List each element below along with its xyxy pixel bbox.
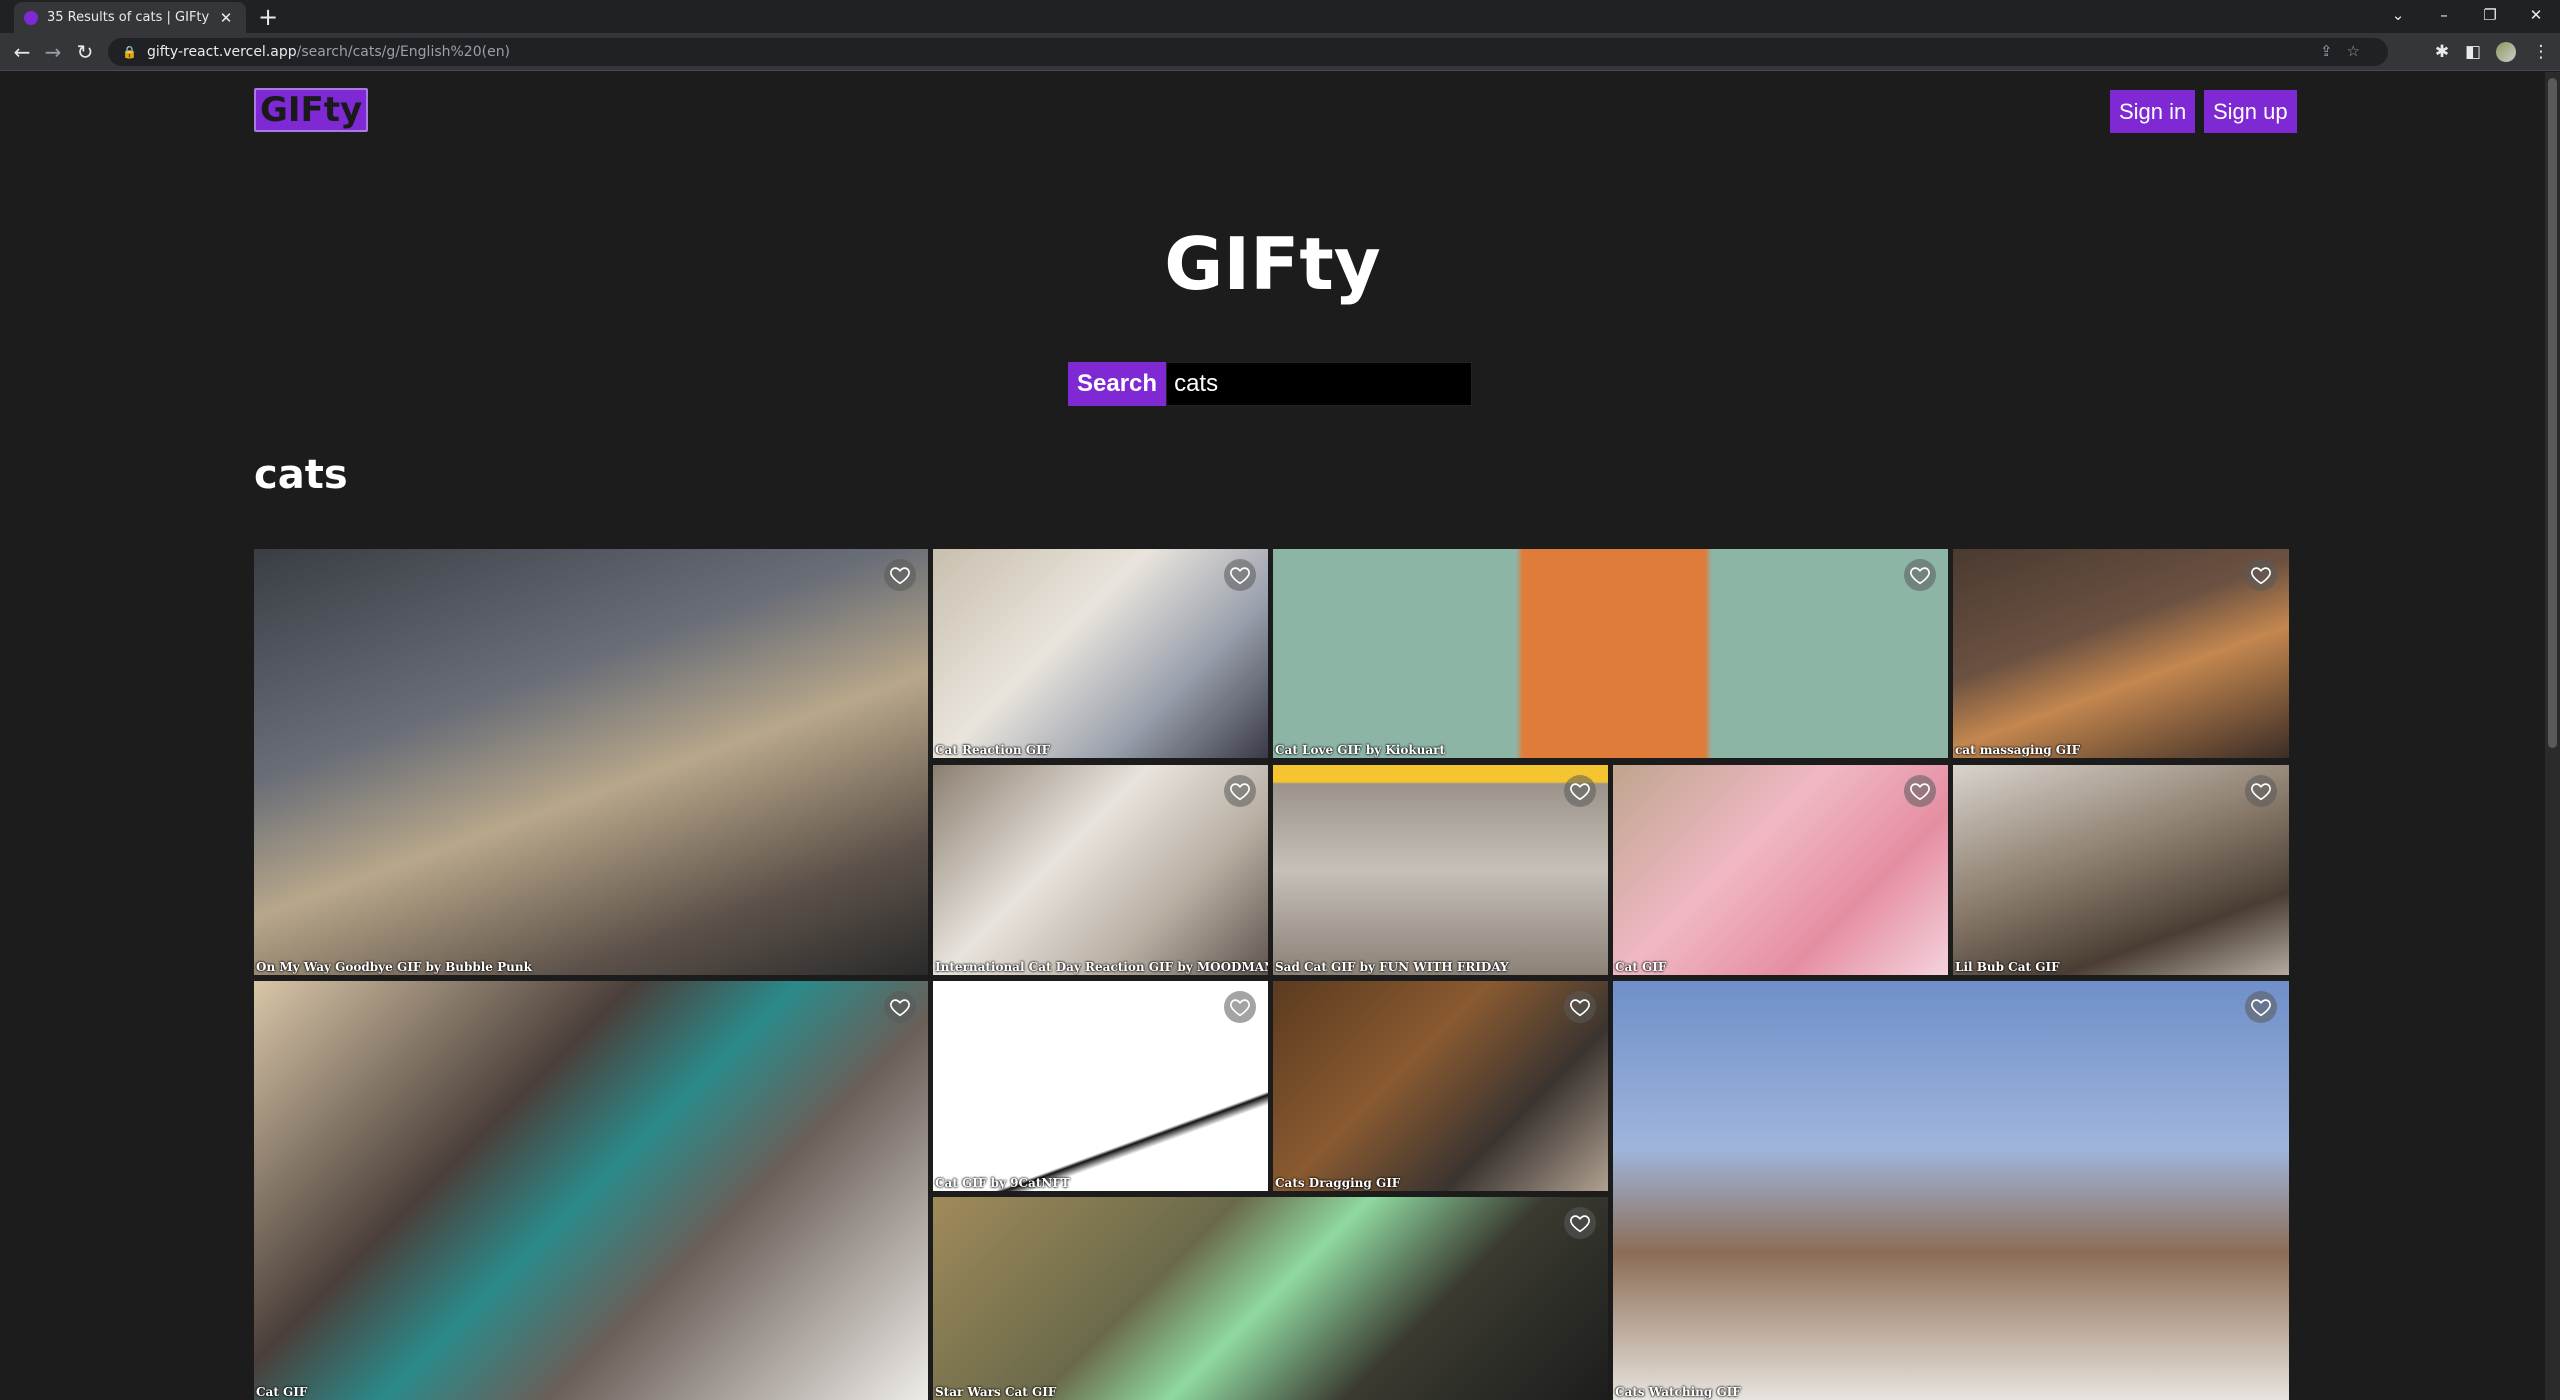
heart-favorite-icon[interactable]	[1564, 1207, 1596, 1239]
gif-title: Cat GIF	[256, 1385, 308, 1399]
browser-tab[interactable]: 35 Results of cats | GIFty ✕	[14, 2, 246, 33]
tab-search-chevron-icon[interactable]: ⌄	[2382, 4, 2414, 26]
browser-tab-strip: 35 Results of cats | GIFty ✕ + ⌄ – ❐ ✕	[0, 0, 2560, 33]
gif-tile[interactable]: cat massaging GIF	[1953, 549, 2289, 758]
minimize-icon[interactable]: –	[2428, 4, 2460, 26]
gif-title: Cat GIF by 9CatNFT	[935, 1176, 1070, 1190]
scrollbar-thumb[interactable]	[2548, 78, 2557, 748]
reload-icon[interactable]: ↻	[72, 39, 98, 65]
gif-tile[interactable]: Cats Watching GIF	[1613, 981, 2289, 1400]
heart-favorite-icon[interactable]	[1224, 559, 1256, 591]
heart-favorite-icon[interactable]	[884, 559, 916, 591]
tab-title: 35 Results of cats | GIFty	[47, 10, 210, 25]
gif-title: International Cat Day Reaction GIF by MO…	[935, 960, 1268, 974]
gif-tile[interactable]: Star Wars Cat GIF	[933, 1197, 1608, 1400]
browser-toolbar: ← → ↻ 🔒 gifty-react.vercel.app /search/c…	[0, 33, 2560, 71]
heart-favorite-icon[interactable]	[1564, 991, 1596, 1023]
heart-favorite-icon[interactable]	[1224, 775, 1256, 807]
side-panel-icon[interactable]: ◧	[2460, 39, 2486, 65]
back-arrow-icon[interactable]: ←	[9, 39, 35, 65]
new-tab-plus-icon[interactable]: +	[258, 4, 278, 30]
heart-favorite-icon[interactable]	[884, 991, 916, 1023]
page-title: GIFty	[1164, 222, 1381, 306]
gif-title: Cat Love GIF by Kiokuart	[1275, 743, 1446, 757]
gif-tile[interactable]: Cats Dragging GIF	[1273, 981, 1608, 1191]
kebab-menu-icon[interactable]: ⋮	[2528, 39, 2554, 65]
forward-arrow-icon[interactable]: →	[40, 39, 66, 65]
search-form: Search	[1068, 362, 1473, 406]
heart-favorite-icon[interactable]	[1224, 991, 1256, 1023]
gif-title: Cats Watching GIF	[1615, 1385, 1741, 1399]
address-bar[interactable]: 🔒 gifty-react.vercel.app /search/cats/g/…	[108, 38, 2388, 66]
gif-tile[interactable]: Cat GIF	[254, 981, 928, 1400]
heart-favorite-icon[interactable]	[1564, 775, 1596, 807]
close-icon[interactable]: ✕	[216, 9, 236, 27]
lock-icon[interactable]: 🔒	[122, 45, 137, 59]
results-heading: cats	[254, 452, 348, 498]
gif-tile[interactable]: On My Way Goodbye GIF by Bubble Punk	[254, 549, 928, 975]
extensions-puzzle-icon[interactable]: ✱	[2429, 39, 2455, 65]
share-and-bookmark-star-icon[interactable]: ⇪☆	[2320, 42, 2374, 60]
gif-tile[interactable]: Lil Bub Cat GIF	[1953, 765, 2289, 975]
restore-icon[interactable]: ❐	[2474, 4, 2506, 26]
gif-title: Cat Reaction GIF	[935, 743, 1051, 757]
heart-favorite-icon[interactable]	[2245, 991, 2277, 1023]
gifty-favicon-icon	[24, 10, 38, 25]
gif-tile[interactable]: Cat Reaction GIF	[933, 549, 1268, 758]
heart-favorite-icon[interactable]	[1904, 559, 1936, 591]
page-scrollbar[interactable]	[2545, 72, 2560, 1400]
heart-favorite-icon[interactable]	[1904, 775, 1936, 807]
window-close-icon[interactable]: ✕	[2520, 4, 2552, 26]
sign-in-button[interactable]: Sign in	[2110, 90, 2196, 133]
gif-title: Lil Bub Cat GIF	[1955, 960, 2060, 974]
gifty-logo-link[interactable]: GIFty	[254, 88, 369, 132]
gif-tile[interactable]: Cat GIF by 9CatNFT	[933, 981, 1268, 1191]
heart-favorite-icon[interactable]	[2245, 559, 2277, 591]
gif-title: On My Way Goodbye GIF by Bubble Punk	[256, 960, 532, 974]
sign-up-button[interactable]: Sign up	[2204, 90, 2297, 133]
gif-title: Cats Dragging GIF	[1275, 1176, 1401, 1190]
gif-title: Sad Cat GIF by FUN WITH FRIDAY	[1275, 960, 1509, 974]
search-input[interactable]	[1166, 362, 1473, 406]
search-button[interactable]: Search	[1068, 362, 1167, 406]
url-path: /search/cats/g/English%20(en)	[296, 44, 511, 60]
gif-tile[interactable]: Cat Love GIF by Kiokuart	[1273, 549, 1948, 758]
gif-tile[interactable]: International Cat Day Reaction GIF by MO…	[933, 765, 1268, 975]
gif-tile[interactable]: Cat GIF	[1613, 765, 1948, 975]
page-viewport: GIFty Sign in Sign up GIFty Search cats …	[0, 72, 2545, 1400]
gif-tile[interactable]: Sad Cat GIF by FUN WITH FRIDAY	[1273, 765, 1608, 975]
profile-avatar[interactable]	[2496, 42, 2516, 62]
gif-title: Star Wars Cat GIF	[935, 1385, 1057, 1399]
gif-title: Cat GIF	[1615, 960, 1667, 974]
heart-favorite-icon[interactable]	[2245, 775, 2277, 807]
gif-title: cat massaging GIF	[1955, 743, 2081, 757]
url-host: gifty-react.vercel.app	[146, 44, 297, 60]
